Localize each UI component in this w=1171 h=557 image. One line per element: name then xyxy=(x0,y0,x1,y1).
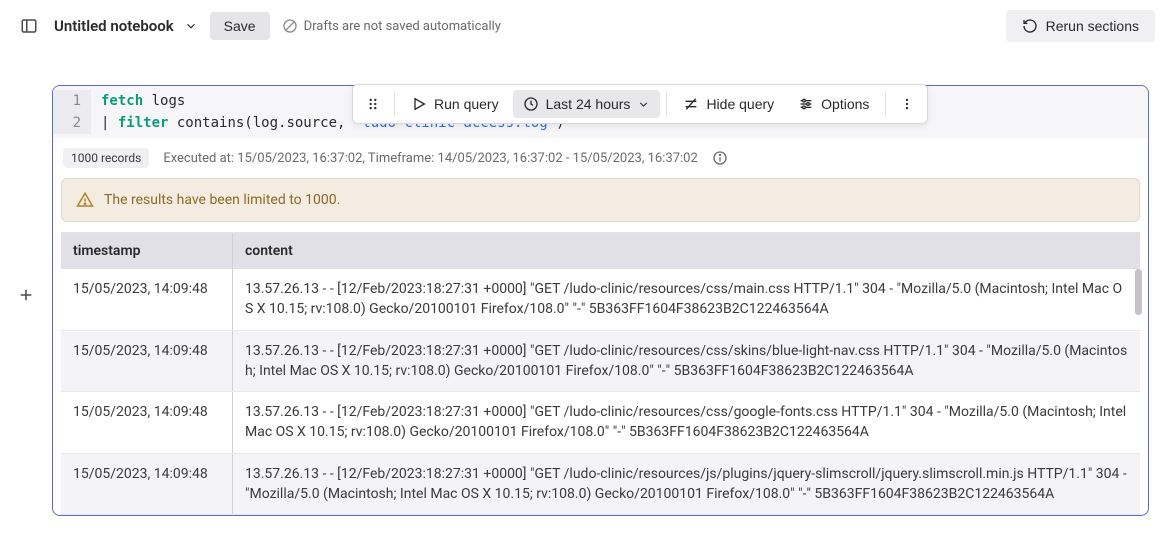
line-number: 1 xyxy=(53,90,91,112)
options-label: Options xyxy=(821,96,869,112)
query-panel: 1 fetch logs 2 | filter contains(log.sou… xyxy=(52,85,1149,516)
table-header: timestamp content xyxy=(61,233,1140,269)
refresh-icon xyxy=(1022,18,1038,34)
table-row[interactable]: 15/05/2023, 14:09:4813.57.26.13 - - [12/… xyxy=(61,269,1140,331)
results-table: timestamp content 15/05/2023, 14:09:4813… xyxy=(61,232,1140,515)
play-icon xyxy=(411,96,427,112)
scrollbar[interactable] xyxy=(1135,269,1142,315)
drag-handle[interactable] xyxy=(358,90,388,118)
section-toolbar: Run query Last 24 hours Hide query Optio… xyxy=(352,84,928,124)
column-header-timestamp[interactable]: timestamp xyxy=(61,233,233,269)
hide-query-button[interactable]: Hide query xyxy=(673,90,784,118)
timeframe-dropdown[interactable]: Last 24 hours xyxy=(513,90,661,118)
notebook-title: Untitled notebook xyxy=(54,17,174,35)
drag-handle-icon xyxy=(366,96,380,112)
info-icon[interactable] xyxy=(712,150,728,166)
run-query-button[interactable]: Run query xyxy=(401,90,509,118)
warning-banner: The results have been limited to 1000. xyxy=(61,178,1140,222)
hide-query-label: Hide query xyxy=(706,96,774,112)
plus-icon xyxy=(17,286,35,304)
table-row[interactable]: 15/05/2023, 14:09:4813.57.26.13 - - [12/… xyxy=(61,392,1140,454)
table-row[interactable]: 15/05/2023, 14:09:4813.57.26.13 - - [12/… xyxy=(61,331,1140,393)
warning-icon xyxy=(76,191,94,209)
options-icon xyxy=(798,96,814,112)
cell-timestamp: 15/05/2023, 14:09:48 xyxy=(61,454,233,515)
drafts-note-text: Drafts are not saved automatically xyxy=(304,19,501,34)
chevron-down-icon xyxy=(637,98,650,111)
options-button[interactable]: Options xyxy=(788,90,879,118)
table-row[interactable]: 15/05/2023, 14:09:4813.57.26.13 - - [12/… xyxy=(61,454,1140,516)
kw-filter: filter xyxy=(118,115,169,131)
save-button[interactable]: Save xyxy=(210,12,270,40)
drafts-note: Drafts are not saved automatically xyxy=(282,18,501,34)
sidebar-toggle-icon[interactable] xyxy=(16,13,42,39)
cell-content: 13.57.26.13 - - [12/Feb/2023:18:27:31 +0… xyxy=(233,454,1140,515)
record-count-chip: 1000 records xyxy=(63,148,149,168)
cell-content: 13.57.26.13 - - [12/Feb/2023:18:27:31 +0… xyxy=(233,392,1140,453)
more-vertical-icon xyxy=(900,96,914,112)
run-query-label: Run query xyxy=(434,96,499,112)
cell-content: 13.57.26.13 - - [12/Feb/2023:18:27:31 +0… xyxy=(233,269,1140,330)
rerun-button[interactable]: Rerun sections xyxy=(1006,10,1155,42)
execution-meta: Executed at: 15/05/2023, 16:37:02, Timef… xyxy=(163,151,697,166)
warning-text: The results have been limited to 1000. xyxy=(104,192,340,208)
autosave-off-icon xyxy=(282,18,298,34)
cell-content: 13.57.26.13 - - [12/Feb/2023:18:27:31 +0… xyxy=(233,331,1140,392)
line-number: 2 xyxy=(53,112,91,134)
column-header-content[interactable]: content xyxy=(233,233,1140,269)
hide-icon xyxy=(683,96,699,112)
chevron-down-icon xyxy=(184,19,198,33)
clock-icon xyxy=(523,96,539,112)
cell-timestamp: 15/05/2023, 14:09:48 xyxy=(61,392,233,453)
more-button[interactable] xyxy=(892,90,922,118)
timeframe-label: Last 24 hours xyxy=(546,96,631,112)
add-section-button[interactable] xyxy=(13,73,39,516)
notebook-title-dropdown[interactable]: Untitled notebook xyxy=(54,17,198,35)
cell-timestamp: 15/05/2023, 14:09:48 xyxy=(61,331,233,392)
rerun-label: Rerun sections xyxy=(1046,18,1139,34)
kw-fetch: fetch xyxy=(101,93,143,109)
cell-timestamp: 15/05/2023, 14:09:48 xyxy=(61,269,233,330)
